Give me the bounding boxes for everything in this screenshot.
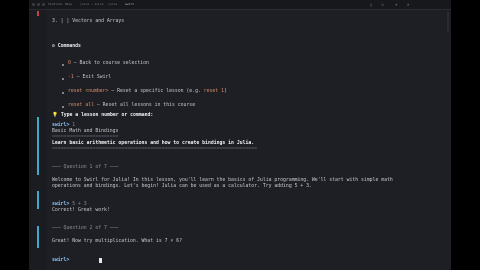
text-cursor <box>99 258 102 263</box>
type-prompt-text: 💡 Type a lesson number or command: <box>52 113 154 118</box>
title-bar: Terminal Help julia — Julia julia swirl … <box>29 0 451 10</box>
lesson-description-rule: ========================================… <box>52 147 258 152</box>
commands-heading: ⚙ Commands <box>52 44 81 49</box>
question-header: ─── Question 2 of 7 ─── <box>52 226 119 231</box>
tab-julia[interactable]: julia <box>108 2 117 6</box>
bullet <box>62 64 64 66</box>
tab-julia-repl[interactable]: julia — Julia <box>80 2 103 6</box>
feedback-text: Correct! Great work! <box>52 208 110 213</box>
tab-terminal[interactable]: Terminal <box>48 2 62 6</box>
gutter <box>29 10 47 270</box>
gutter-marker <box>37 191 39 209</box>
command-item: 0 — Back to course selection <box>68 61 149 66</box>
gutter-marker <box>37 117 39 175</box>
bullet <box>62 78 64 80</box>
list-item: 3. | | Vectors and Arrays <box>52 19 125 24</box>
add-icon[interactable]: + <box>395 2 397 7</box>
bullet <box>62 106 64 108</box>
gutter-marker <box>37 11 39 16</box>
split-icon[interactable]: ▯ <box>370 2 372 7</box>
close-icon[interactable]: × <box>407 2 409 7</box>
tab-swirl[interactable]: swirl <box>125 2 134 6</box>
zoom-window-icon[interactable] <box>42 3 45 6</box>
scrollbar[interactable] <box>447 12 449 32</box>
question-header: ─── Question 1 of 7 ─── <box>52 165 119 170</box>
bullet <box>62 92 64 94</box>
minimize-window-icon[interactable] <box>37 3 40 6</box>
tab-help[interactable]: Help <box>65 2 72 6</box>
terminal-output: 3. | | Vectors and Arrays ⚙ Commands 0 —… <box>52 10 447 268</box>
command-line[interactable]: swirl> <box>52 258 72 264</box>
question-text: Great! Now try multiplication. What is 7… <box>52 239 182 244</box>
copy-icon[interactable]: ❐ <box>381 2 383 7</box>
command-item: reset <number> — Reset a specific lesson… <box>68 89 227 94</box>
close-window-icon[interactable] <box>32 3 35 6</box>
gutter-marker <box>37 226 39 248</box>
terminal-window: Terminal Help julia — Julia julia swirl … <box>29 0 451 270</box>
question-text: operations and bindings. Let's begin! Ju… <box>52 184 312 189</box>
command-item: -1 — Exit Swirl <box>68 75 112 80</box>
command-item: reset all — Reset all lessons in this co… <box>68 103 196 108</box>
